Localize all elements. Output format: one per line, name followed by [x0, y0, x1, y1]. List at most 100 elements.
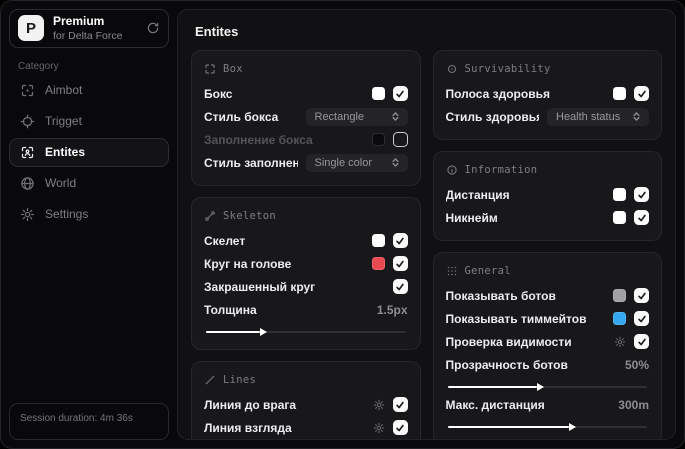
color-swatch[interactable]: [613, 87, 626, 100]
section-skeleton: Skeleton Скелет Круг на голове Закрашенн…: [191, 197, 421, 350]
slider-value: 50%: [624, 357, 649, 372]
sidebar-item-world[interactable]: World: [9, 169, 169, 198]
section-header-label: Information: [464, 164, 538, 176]
box-brackets-icon: [204, 63, 216, 75]
section-skeleton-header: Skeleton: [204, 210, 408, 222]
color-swatch[interactable]: [371, 133, 385, 146]
setting-row: Бокс: [204, 82, 408, 105]
setting-label: Линия до врага: [204, 397, 297, 412]
checkbox[interactable]: [634, 334, 649, 349]
checkbox[interactable]: [392, 132, 408, 147]
trigger-crosshair-icon: [20, 114, 35, 129]
brand-logo: P: [18, 15, 44, 42]
sidebar-item-settings[interactable]: Settings: [9, 200, 169, 229]
sidebar-item-aimbot[interactable]: Aimbot: [9, 76, 169, 105]
info-icon: [446, 164, 458, 176]
unfold-icon: [631, 111, 642, 122]
brand-title: Premium: [53, 14, 105, 28]
max-distance-slider[interactable]: [447, 422, 647, 431]
section-lines: Lines Линия до врага Линия взгляда: [191, 361, 421, 439]
checkbox[interactable]: [392, 420, 408, 435]
checkbox[interactable]: [634, 187, 649, 202]
sidebar-item-trigget[interactable]: Trigget: [9, 107, 169, 136]
checkbox[interactable]: [392, 279, 408, 294]
color-swatch[interactable]: [613, 312, 626, 325]
sidebar-item-entites[interactable]: Entites: [9, 137, 169, 167]
checkbox[interactable]: [392, 256, 408, 271]
setting-row: Макс. дистанция 300m: [446, 393, 650, 416]
section-box: Box Бокс Стиль бокса Rectangle Заполнени…: [191, 50, 421, 186]
checkmark-icon: [637, 191, 646, 198]
setting-label: Стиль здоровья: [445, 109, 540, 124]
checkbox[interactable]: [392, 86, 408, 101]
setting-label: Скелет: [204, 233, 246, 248]
section-header-label: General: [464, 265, 511, 277]
setting-label: Дистанция: [445, 187, 510, 202]
section-survivability: Survivability Полоса здоровья Стиль здор…: [432, 50, 662, 140]
health-style-select[interactable]: Health status: [547, 107, 649, 126]
checkmark-icon: [637, 338, 646, 345]
refresh-icon[interactable]: [146, 21, 160, 35]
visibility-settings-gear-icon[interactable]: [614, 336, 626, 348]
brand-card: P Premium for Delta Force: [9, 9, 169, 48]
checkmark-icon: [396, 283, 404, 290]
section-box-header: Box: [204, 63, 408, 75]
checkbox[interactable]: [634, 288, 649, 303]
select-value: Health status: [556, 110, 621, 123]
color-swatch[interactable]: [613, 188, 626, 201]
brand-text: Premium for Delta Force: [53, 14, 123, 42]
setting-label: Круг на голове: [204, 256, 292, 271]
setting-label: Стиль бокса: [204, 109, 279, 124]
color-swatch[interactable]: [371, 234, 385, 247]
setting-label: Бокс: [204, 86, 233, 101]
bot-opacity-slider[interactable]: [447, 382, 647, 391]
checkbox[interactable]: [634, 311, 649, 326]
globe-icon: [20, 176, 35, 191]
select-value: Rectangle: [314, 110, 365, 123]
section-header-label: Lines: [223, 374, 257, 386]
line-settings-gear-icon[interactable]: [373, 422, 385, 434]
unfold-icon: [390, 111, 401, 122]
checkmark-icon: [637, 292, 646, 299]
checkmark-icon: [396, 90, 404, 97]
setting-row: Стиль бокса Rectangle: [204, 105, 408, 128]
box-style-select[interactable]: Rectangle: [305, 107, 408, 126]
setting-row: Стиль здоровья Health status: [445, 105, 649, 128]
setting-label: Толщина: [204, 302, 257, 317]
color-swatch[interactable]: [613, 211, 626, 224]
color-swatch[interactable]: [371, 257, 385, 270]
checkmark-icon: [637, 214, 646, 221]
setting-row: Круг на голове: [204, 252, 408, 275]
sidebar-item-label: World: [45, 176, 77, 191]
setting-label: Показывать ботов: [445, 288, 556, 303]
setting-row: Прозрачность ботов 50%: [446, 353, 650, 376]
slider-fill: [447, 382, 545, 391]
checkbox[interactable]: [392, 233, 408, 248]
bone-icon: [204, 210, 216, 222]
slider-fill: [447, 422, 576, 431]
setting-label: Никнейм: [445, 210, 498, 225]
setting-label: Прозрачность ботов: [445, 357, 568, 372]
setting-row: Линия взгляда: [204, 416, 408, 439]
app-window: P Premium for Delta Force Category Aimbo…: [0, 0, 685, 449]
color-swatch[interactable]: [371, 87, 385, 100]
setting-row: Линия до врага: [204, 393, 408, 416]
checkbox[interactable]: [634, 210, 649, 225]
section-survivability-header: Survivability: [446, 63, 650, 75]
entities-icon: [20, 145, 35, 160]
color-swatch[interactable]: [613, 289, 626, 302]
line-settings-gear-icon[interactable]: [373, 399, 385, 411]
fill-style-select[interactable]: Single color: [305, 153, 408, 172]
sidebar-item-label: Trigget: [45, 114, 82, 129]
section-general-header: General: [446, 265, 650, 277]
setting-row: Толщина 1.5px: [204, 298, 408, 321]
thickness-slider[interactable]: [206, 327, 406, 336]
checkbox[interactable]: [392, 397, 408, 412]
slider-value: 1.5px: [376, 302, 408, 317]
checkbox[interactable]: [634, 86, 649, 101]
setting-row: Стиль заполнения Single color: [204, 151, 408, 174]
section-lines-header: Lines: [204, 374, 408, 386]
sidebar-item-label: Entites: [45, 145, 86, 160]
slider-value: 300m: [618, 397, 649, 412]
brand-subtitle: for Delta Force: [53, 29, 123, 42]
